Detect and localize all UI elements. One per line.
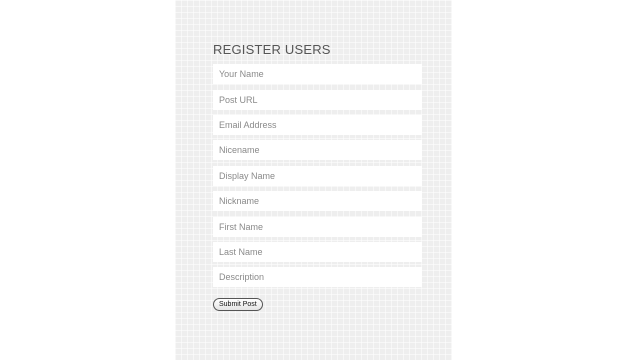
- nicename-field[interactable]: [213, 140, 422, 160]
- last-name-field[interactable]: [213, 242, 422, 262]
- submit-post-button[interactable]: Submit Post: [213, 298, 263, 311]
- display-name-field[interactable]: [213, 166, 422, 186]
- first-name-field[interactable]: [213, 217, 422, 237]
- your-name-field[interactable]: [213, 64, 422, 84]
- post-url-field[interactable]: [213, 90, 422, 110]
- description-field[interactable]: [213, 267, 422, 287]
- register-form-panel: REGISTER USERS Submit Post: [175, 0, 452, 360]
- nickname-field[interactable]: [213, 191, 422, 211]
- form-title: REGISTER USERS: [213, 42, 331, 57]
- email-address-field[interactable]: [213, 115, 422, 135]
